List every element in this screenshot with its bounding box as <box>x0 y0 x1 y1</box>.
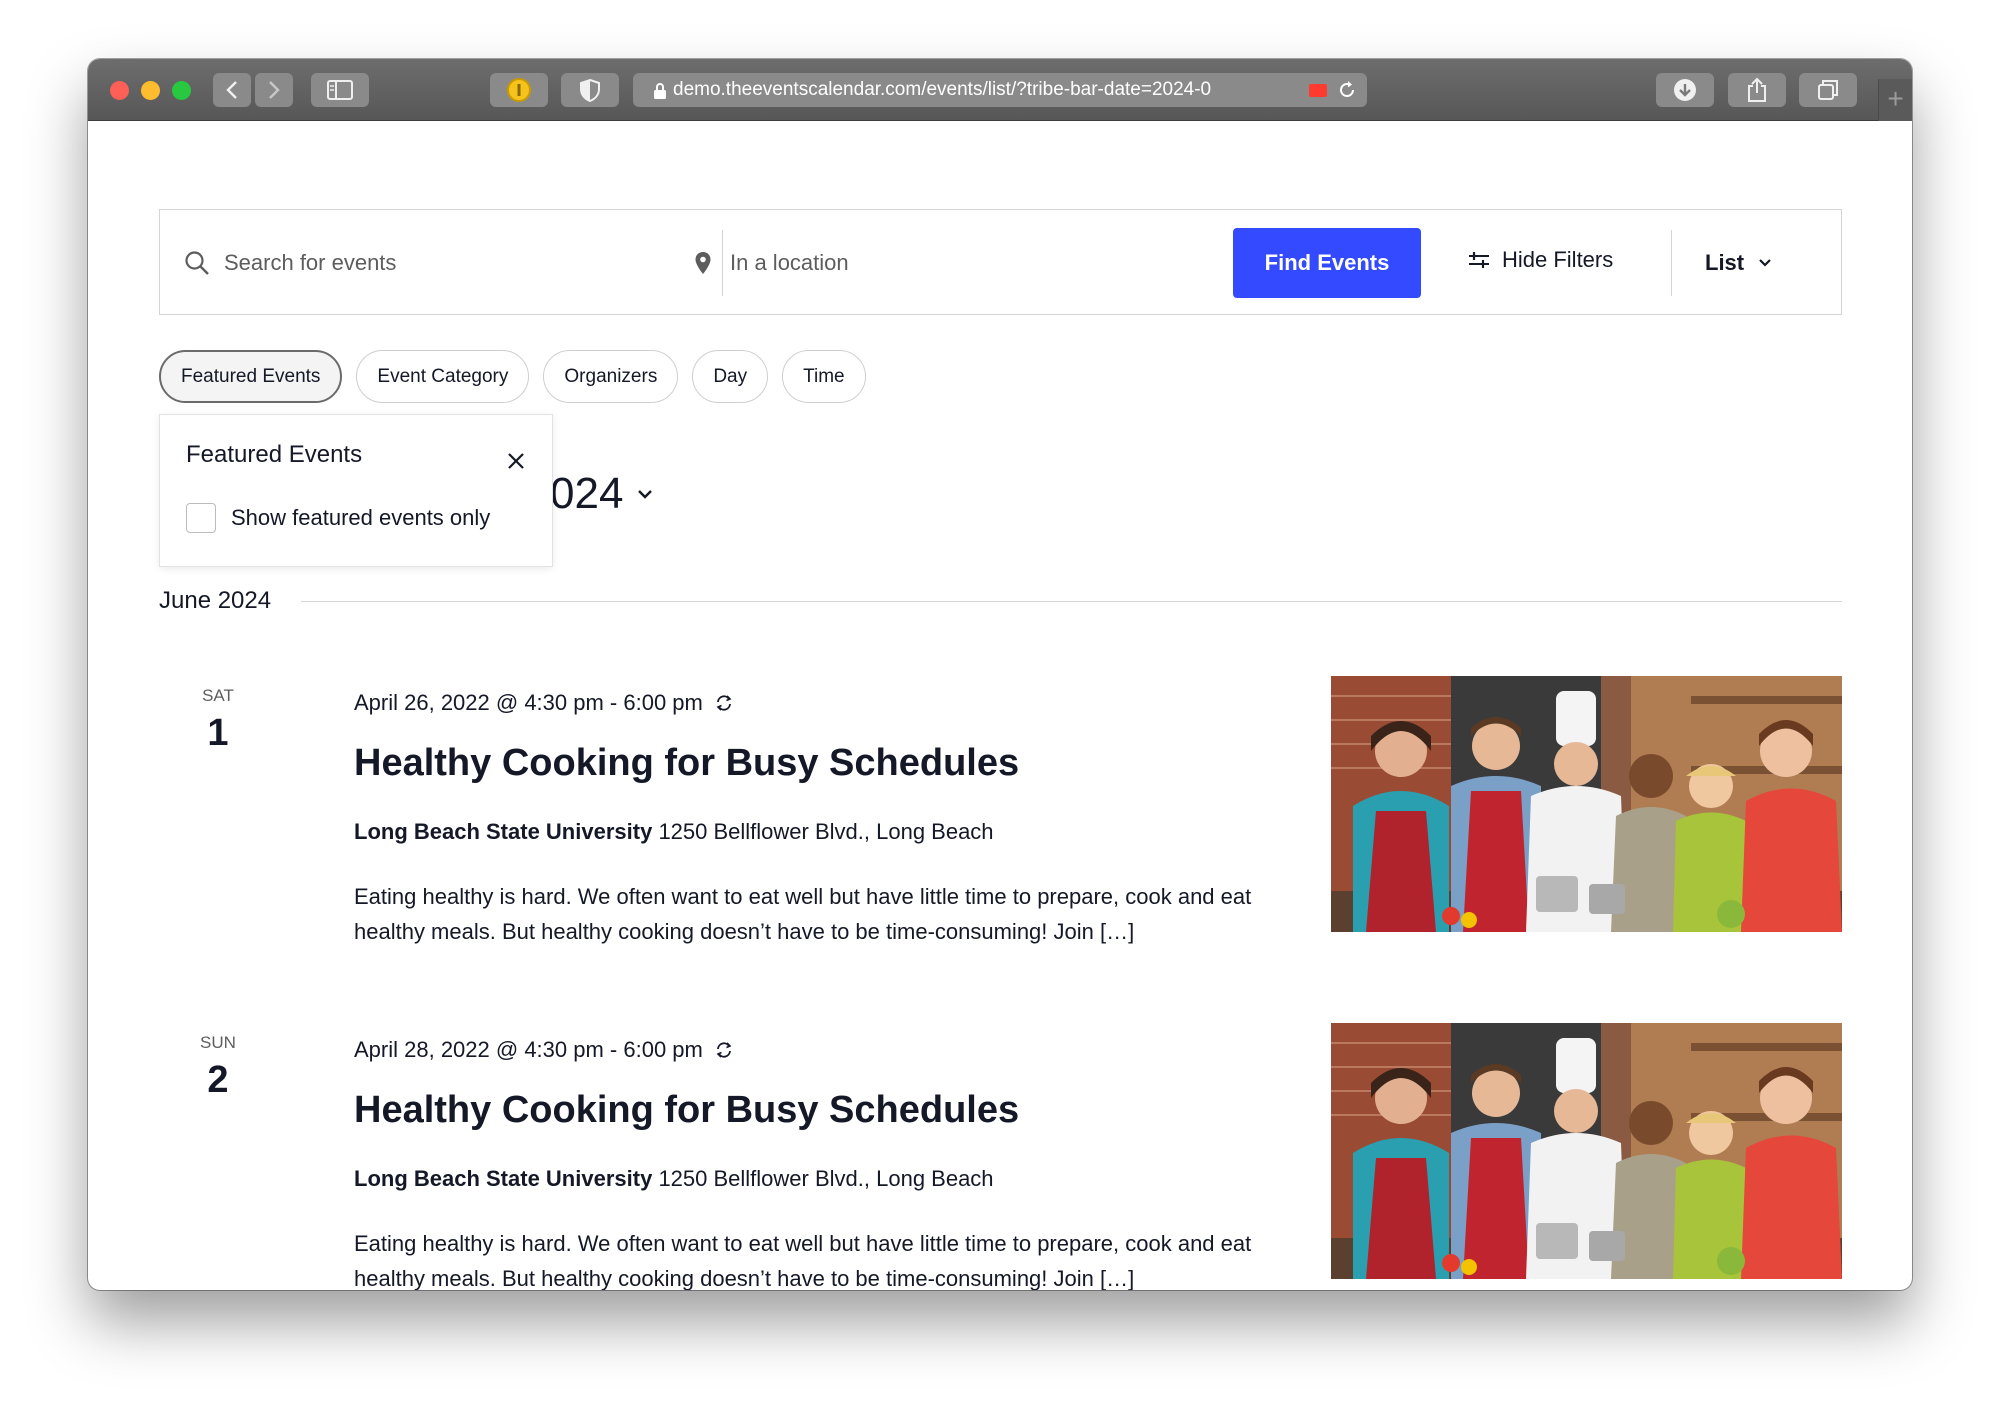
event-featured-image[interactable] <box>1331 676 1842 932</box>
event-datetime-text: April 26, 2022 @ 4:30 pm - 6:00 pm <box>354 690 703 715</box>
address-bar[interactable]: demo.theeventscalendar.com/events/list/?… <box>633 73 1367 107</box>
search-icon <box>185 251 209 275</box>
event-featured-image[interactable] <box>1331 1023 1842 1279</box>
event-details: April 28, 2022 @ 4:30 pm - 6:00 pm Healt… <box>354 1033 1254 1290</box>
share-icon <box>1748 77 1766 102</box>
privacy-extension-button[interactable] <box>561 73 619 107</box>
day-number: 1 <box>207 712 229 754</box>
keyword-placeholder: Search for events <box>224 250 397 275</box>
minimize-window-button[interactable] <box>141 81 160 100</box>
close-icon[interactable] <box>507 452 525 470</box>
tab-overview-button[interactable] <box>1799 73 1857 107</box>
filter-pill-time[interactable]: Time <box>782 350 866 403</box>
date-heading: 024 <box>550 469 624 518</box>
venue-name: Long Beach State University <box>354 819 653 844</box>
url-text: demo.theeventscalendar.com/events/list/?… <box>673 79 1212 100</box>
filter-bar: Featured Events Event Category Organizer… <box>159 350 866 403</box>
cooking-class-photo <box>1331 1023 1842 1279</box>
location-search-input[interactable]: In a location <box>694 210 849 316</box>
event-venue: Long Beach State University 1250 Bellflo… <box>354 819 1254 845</box>
events-search-bar: Search for events In a location Find Eve… <box>159 209 1842 315</box>
event-datetime: April 26, 2022 @ 4:30 pm - 6:00 pm <box>354 686 1254 720</box>
browser-toolbar: demo.theeventscalendar.com/events/list/?… <box>88 59 1912 121</box>
view-selector-label: List <box>1705 250 1745 275</box>
event-description: Eating healthy is hard. We often want to… <box>354 1231 1252 1290</box>
day-number: 2 <box>207 1059 229 1101</box>
find-events-button[interactable]: Find Events <box>1233 228 1421 298</box>
browser-window: demo.theeventscalendar.com/events/list/?… <box>88 59 1912 1290</box>
downloads-button[interactable] <box>1656 73 1714 107</box>
event-datetime-text: April 28, 2022 @ 4:30 pm - 6:00 pm <box>354 1037 703 1062</box>
featured-events-filter-dropdown: Featured Events Show featured events onl… <box>159 414 553 567</box>
venue-address: 1250 Bellflower Blvd., Long Beach <box>658 819 994 844</box>
new-tab-button[interactable]: + <box>1878 79 1912 121</box>
event-description: Eating healthy is hard. We often want to… <box>354 884 1252 944</box>
download-icon <box>1674 79 1696 101</box>
recurring-icon <box>716 695 732 711</box>
chevron-down-icon <box>1759 259 1771 267</box>
hide-filters-label: Hide Filters <box>1502 247 1614 272</box>
forward-button[interactable] <box>255 73 293 107</box>
venue-address: 1250 Bellflower Blvd., Long Beach <box>658 1166 994 1191</box>
filter-pill-day[interactable]: Day <box>692 350 769 403</box>
back-button[interactable] <box>213 73 251 107</box>
event-date-tag: SAT 1 <box>159 686 277 755</box>
chevron-left-icon <box>226 81 237 99</box>
map-pin-icon <box>695 252 711 274</box>
event-title-link[interactable]: Healthy Cooking for Busy Schedules <box>354 742 1254 785</box>
chevron-down-icon <box>638 490 653 499</box>
filter-pill-organizers[interactable]: Organizers <box>543 350 679 403</box>
event-list-item: SAT 1 April 26, 2022 @ 4:30 pm - 6:00 pm… <box>159 676 1842 986</box>
event-datetime: April 28, 2022 @ 4:30 pm - 6:00 pm <box>354 1033 1254 1067</box>
camera-recording-icon <box>1309 84 1327 97</box>
page-content: Search for events In a location Find Eve… <box>88 121 1912 1290</box>
hide-filters-button[interactable]: Hide Filters <box>1468 210 1613 310</box>
event-title-link[interactable]: Healthy Cooking for Busy Schedules <box>354 1089 1254 1132</box>
event-list-item: SUN 2 April 28, 2022 @ 4:30 pm - 6:00 pm… <box>159 1023 1842 1290</box>
event-details: April 26, 2022 @ 4:30 pm - 6:00 pm Healt… <box>354 686 1254 949</box>
event-venue: Long Beach State University 1250 Bellflo… <box>354 1166 1254 1192</box>
recurring-icon <box>716 1042 732 1058</box>
password-extension-button[interactable] <box>490 73 548 107</box>
lock-icon <box>654 83 666 99</box>
divider <box>301 600 1842 602</box>
view-selector[interactable]: List <box>1705 210 1772 316</box>
featured-only-checkbox[interactable] <box>186 503 216 533</box>
month-label: June 2024 <box>159 587 272 614</box>
password-manager-icon <box>507 78 531 102</box>
share-button[interactable] <box>1728 73 1786 107</box>
location-placeholder: In a location <box>730 250 849 275</box>
chevron-right-icon <box>269 81 280 99</box>
zoom-window-button[interactable] <box>172 81 191 100</box>
filter-pill-event-category[interactable]: Event Category <box>356 350 530 403</box>
filter-pill-featured-events[interactable]: Featured Events <box>159 350 343 403</box>
keyword-search-input[interactable]: Search for events <box>184 210 396 316</box>
venue-name: Long Beach State University <box>354 1166 653 1191</box>
dropdown-title: Featured Events <box>186 441 363 468</box>
reload-icon[interactable] <box>1337 80 1357 100</box>
shield-icon <box>580 78 600 102</box>
close-window-button[interactable] <box>110 81 129 100</box>
sidebar-toggle-button[interactable] <box>311 73 369 107</box>
featured-only-label[interactable]: Show featured events only <box>231 505 490 531</box>
sidebar-icon <box>327 80 353 100</box>
day-of-week: SUN <box>200 1033 236 1052</box>
tabs-icon <box>1818 80 1838 100</box>
month-separator: June 2024 <box>159 587 1842 615</box>
cooking-class-photo <box>1331 676 1842 932</box>
event-date-tag: SUN 2 <box>159 1033 277 1102</box>
day-of-week: SAT <box>202 686 234 705</box>
plus-icon: + <box>1887 83 1904 114</box>
date-picker-button[interactable]: 024 <box>550 469 653 519</box>
divider <box>1671 230 1672 296</box>
filter-sliders-icon <box>1469 252 1489 268</box>
